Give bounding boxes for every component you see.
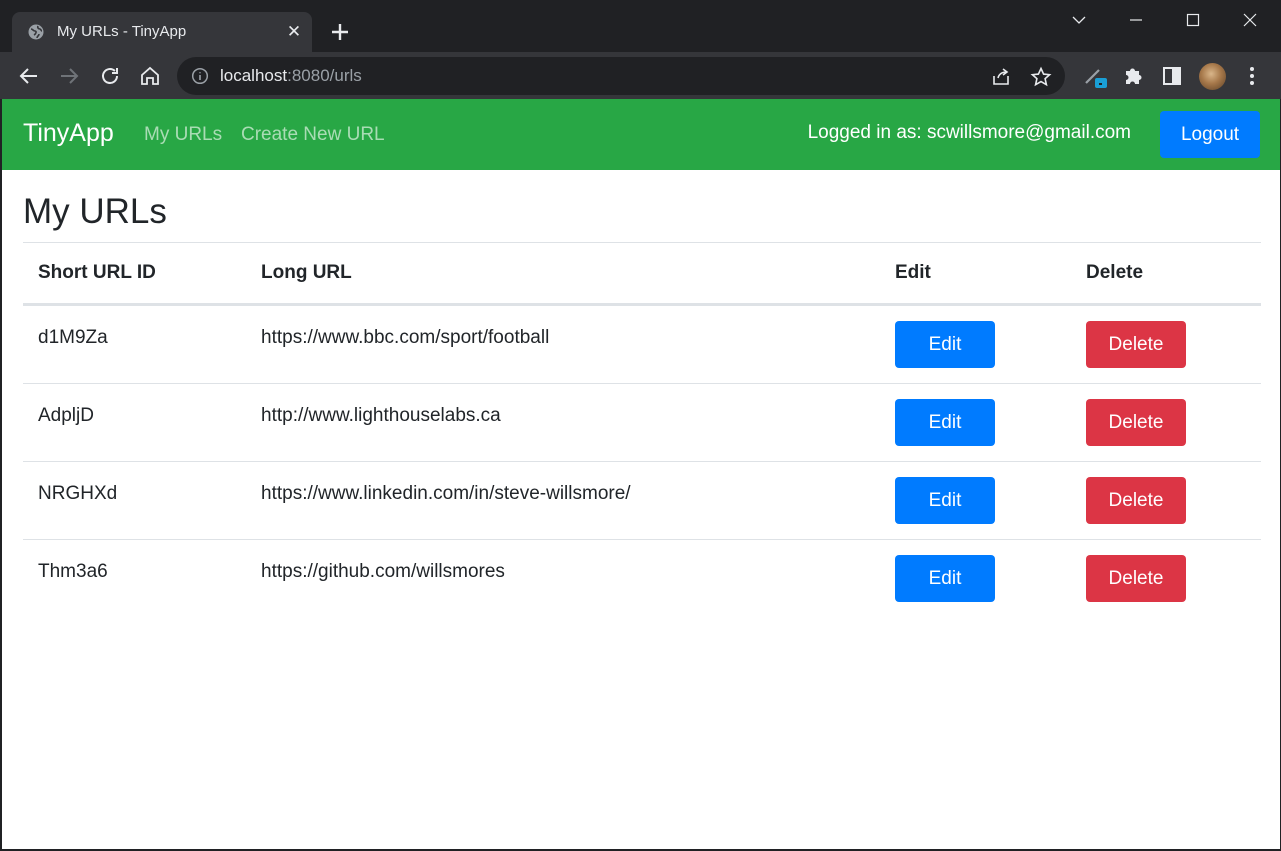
- delete-button[interactable]: Delete: [1086, 399, 1186, 446]
- info-icon[interactable]: [191, 67, 209, 85]
- extension-tool-icon[interactable]: [1083, 64, 1107, 88]
- brand-link[interactable]: TinyApp: [23, 119, 114, 148]
- plus-icon[interactable]: [326, 18, 354, 46]
- reload-icon[interactable]: [98, 64, 122, 88]
- edit-button[interactable]: Edit: [895, 399, 995, 446]
- maximize-icon[interactable]: [1173, 6, 1213, 34]
- logged-in-status: Logged in as: scwillsmore@gmail.com: [807, 122, 1131, 143]
- chevron-down-icon[interactable]: [1059, 6, 1099, 34]
- browser-toolbar: localhost:8080/urls: [0, 52, 1281, 99]
- browser-titlebar: My URLs - TinyApp ✕: [0, 0, 1281, 52]
- column-header-short-url-id: Short URL ID: [23, 242, 246, 306]
- window-close-icon[interactable]: [1230, 6, 1270, 34]
- short-url-id: AdpljD: [38, 405, 94, 426]
- nav-create-new-url[interactable]: Create New URL: [241, 124, 385, 146]
- table-row: Thm3a6 https://github.com/willsmores Edi…: [23, 539, 1261, 617]
- edit-button[interactable]: Edit: [895, 321, 995, 368]
- back-icon[interactable]: [17, 64, 41, 88]
- delete-button[interactable]: Delete: [1086, 321, 1186, 368]
- delete-button[interactable]: Delete: [1086, 555, 1186, 602]
- short-url-id: NRGHXd: [38, 483, 118, 504]
- table-row: d1M9Za https://www.bbc.com/sport/footbal…: [23, 305, 1261, 384]
- address-bar[interactable]: localhost:8080/urls: [177, 57, 1065, 95]
- avatar[interactable]: [1199, 63, 1226, 90]
- long-url: https://www.linkedin.com/in/steve-willsm…: [261, 483, 631, 504]
- nav-my-urls[interactable]: My URLs: [144, 124, 222, 146]
- edit-button[interactable]: Edit: [895, 477, 995, 524]
- navbar: TinyApp My URLs Create New URL Logged in…: [2, 99, 1280, 170]
- column-header-edit: Edit: [880, 242, 1071, 306]
- close-icon[interactable]: ✕: [284, 22, 304, 42]
- browser-tab[interactable]: My URLs - TinyApp ✕: [12, 12, 312, 52]
- page-title: My URLs: [23, 192, 167, 231]
- short-url-id: d1M9Za: [38, 327, 108, 348]
- tab-title: My URLs - TinyApp: [57, 23, 187, 40]
- address-text: localhost:8080/urls: [220, 66, 362, 85]
- delete-button[interactable]: Delete: [1086, 477, 1186, 524]
- long-url: https://www.bbc.com/sport/football: [261, 327, 550, 348]
- urls-table: Short URL ID Long URL Edit Delete d1M9Za…: [23, 242, 1261, 617]
- home-icon[interactable]: [138, 64, 162, 88]
- long-url: https://github.com/willsmores: [261, 561, 505, 582]
- minimize-icon[interactable]: [1116, 6, 1156, 34]
- column-header-long-url: Long URL: [246, 242, 880, 306]
- column-header-delete: Delete: [1071, 242, 1261, 306]
- more-icon[interactable]: [1240, 64, 1264, 88]
- short-url-id: Thm3a6: [38, 561, 108, 582]
- share-icon[interactable]: [990, 66, 1012, 88]
- page-viewport: TinyApp My URLs Create New URL Logged in…: [1, 99, 1281, 849]
- sidepanel-icon[interactable]: [1160, 64, 1184, 88]
- table-row: NRGHXd https://www.linkedin.com/in/steve…: [23, 461, 1261, 540]
- table-row: AdpljD http://www.lighthouselabs.ca Edit…: [23, 383, 1261, 462]
- globe-icon: [28, 24, 44, 40]
- long-url: http://www.lighthouselabs.ca: [261, 405, 501, 426]
- star-icon[interactable]: [1030, 66, 1052, 88]
- forward-icon[interactable]: [57, 64, 81, 88]
- table-header-row: Short URL ID Long URL Edit Delete: [23, 242, 1261, 306]
- logout-button[interactable]: Logout: [1160, 111, 1260, 158]
- puzzle-icon[interactable]: [1121, 64, 1145, 88]
- edit-button[interactable]: Edit: [895, 555, 995, 602]
